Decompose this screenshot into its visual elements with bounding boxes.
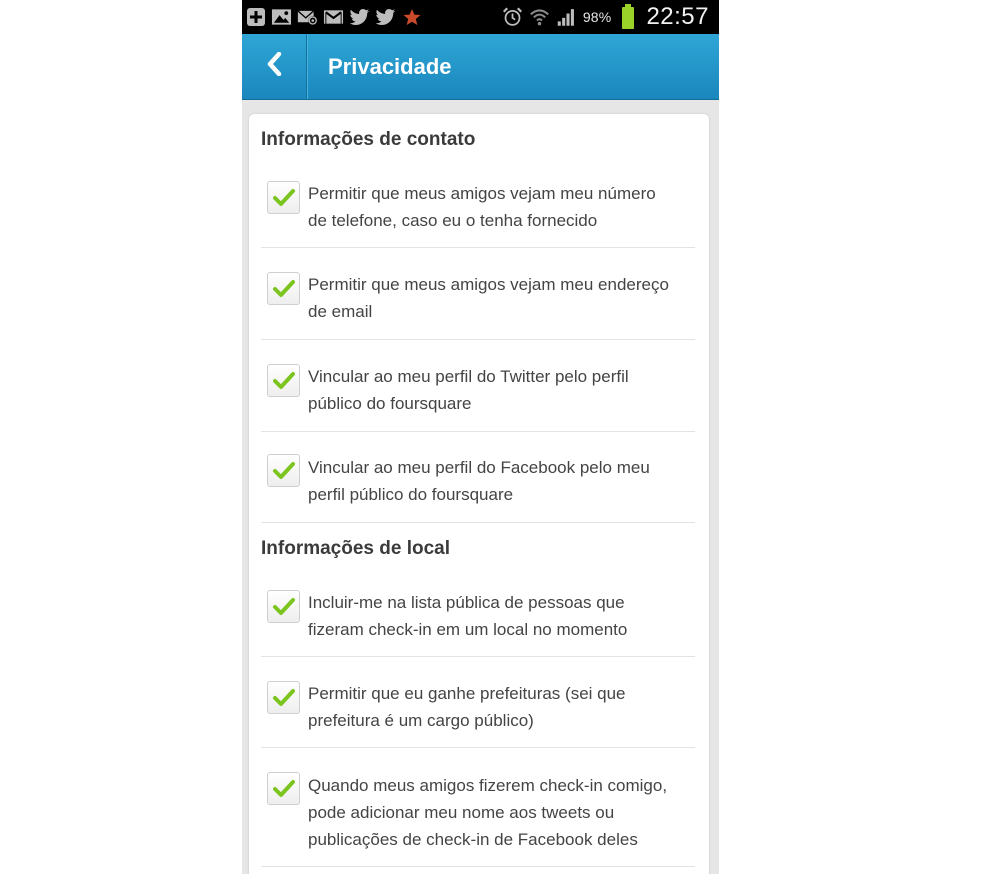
twitter-icon [375, 7, 396, 28]
option-label: Permitir que meus amigos vejam meu númer… [308, 180, 698, 234]
checkmark-icon [272, 688, 295, 706]
option-label-line: fizeram check-in em um local no momento [308, 620, 628, 639]
privacy-option-facebook[interactable]: Vincular ao meu perfil do Facebook pelo … [261, 432, 695, 523]
privacy-settings-card: Informações de contato Permitir que meus… [249, 114, 709, 874]
option-label: Permitir que meus amigos vejam meu ender… [308, 271, 698, 325]
checkmark-icon [272, 597, 295, 615]
privacy-option-friend-checkins[interactable]: Quando meus amigos fizerem check-in comi… [261, 748, 695, 867]
app-bar: Privacidade [242, 34, 719, 100]
option-label-line: Incluir-me na lista pública de pessoas q… [308, 593, 625, 612]
plus-icon [245, 7, 266, 28]
option-label-line: perfil público do foursquare [308, 485, 514, 504]
option-label-line: prefeitura é um cargo público) [308, 711, 534, 730]
section-title-contact: Informações de contato [261, 129, 476, 150]
notification-icons [242, 7, 422, 28]
privacy-option-twitter[interactable]: Vincular ao meu perfil do Twitter pelo p… [261, 340, 695, 432]
option-label-line: de telefone, caso eu o tenha fornecido [308, 211, 598, 230]
battery-percent: 98% [582, 9, 612, 25]
option-label-line: Permitir que meus amigos vejam meu ender… [308, 275, 669, 294]
option-label-line: Permitir que meus amigos vejam meu númer… [308, 184, 656, 203]
checkmark-icon [272, 279, 295, 297]
option-label: Vincular ao meu perfil do Twitter pelo p… [308, 363, 698, 417]
option-label-line: Vincular ao meu perfil do Facebook pelo … [308, 458, 650, 477]
twitter-icon [349, 7, 370, 28]
option-label: Incluir-me na lista pública de pessoas q… [308, 589, 698, 643]
privacy-option-mayorships[interactable]: Permitir que eu ganhe prefeituras (sei q… [261, 657, 695, 748]
phone-screen: 98% 22:57 Privacidade Informações de con… [242, 0, 719, 874]
option-label-line: pode adicionar meu nome aos tweets ou [308, 803, 615, 822]
option-label: Vincular ao meu perfil do Facebook pelo … [308, 454, 698, 508]
section-title-location: Informações de local [261, 538, 451, 559]
back-button[interactable] [242, 34, 307, 99]
checkbox[interactable] [267, 590, 300, 623]
checkmark-icon [272, 461, 295, 479]
checkbox[interactable] [267, 272, 300, 305]
gmail-icon [323, 7, 344, 28]
status-bar: 98% 22:57 [242, 0, 719, 34]
signal-icon [556, 7, 577, 28]
option-label: Quando meus amigos fizerem check-in comi… [308, 772, 698, 853]
option-label-line: Vincular ao meu perfil do Twitter pelo p… [308, 367, 629, 386]
checkbox[interactable] [267, 181, 300, 214]
option-label-line: de email [308, 302, 373, 321]
page-title: Privacidade [328, 54, 452, 79]
privacy-option-public-list[interactable]: Incluir-me na lista pública de pessoas q… [261, 574, 695, 657]
option-label: Permitir que eu ganhe prefeituras (sei q… [308, 680, 698, 734]
checkmark-icon [272, 779, 295, 797]
privacy-option-email[interactable]: Permitir que meus amigos vejam meu ender… [261, 248, 695, 340]
status-indicators: 98% 22:57 [502, 3, 719, 31]
checkbox[interactable] [267, 772, 300, 805]
option-label-line: Permitir que eu ganhe prefeituras (sei q… [308, 684, 626, 703]
option-label-line: Quando meus amigos fizerem check-in comi… [308, 776, 668, 795]
image-icon [271, 7, 292, 28]
battery-icon [617, 4, 638, 29]
checkbox[interactable] [267, 454, 300, 487]
option-label-line: publicações de check-in de Facebook dele… [308, 830, 638, 849]
checkbox[interactable] [267, 364, 300, 397]
star-icon [401, 7, 422, 28]
checkmark-icon [272, 188, 295, 206]
chevron-left-icon [266, 51, 282, 81]
clock: 22:57 [646, 3, 709, 30]
wifi-icon [529, 7, 550, 28]
checkbox[interactable] [267, 681, 300, 714]
mail-at-icon [297, 7, 318, 28]
alarm-icon [502, 7, 523, 28]
checkmark-icon [272, 371, 295, 389]
option-label-line: público do foursquare [308, 394, 472, 413]
privacy-option-phone[interactable]: Permitir que meus amigos vejam meu númer… [261, 165, 695, 248]
